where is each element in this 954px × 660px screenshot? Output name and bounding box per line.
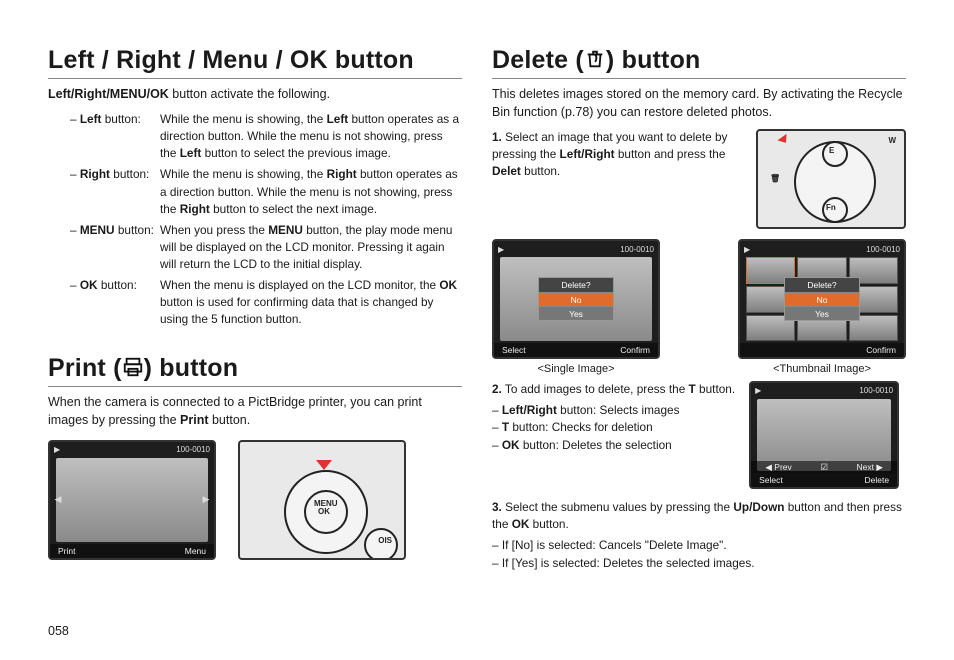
def-ok-button: – OK button: When the menu is displayed …	[70, 277, 462, 328]
def-menu-button: – MENU button: When you press the MENU b…	[70, 222, 462, 273]
lcd-file-number: 100-0010	[866, 245, 900, 254]
dialog-option-no: No	[539, 292, 613, 306]
softkey-select: Select	[502, 345, 526, 355]
camera-dpad-diagram: E Fn W 🗑	[756, 129, 906, 229]
section-title-print: Print ( ) button	[48, 354, 462, 387]
right-column: Delete ( ) button This deletes images st…	[492, 46, 906, 640]
lead-delete: This deletes images stored on the memory…	[492, 85, 906, 121]
lead-lrmok: Left/Right/MENU/OK button activate the f…	[48, 85, 462, 103]
softkey-print: Print	[58, 546, 75, 556]
step-2: 2. To add images to delete, press the T …	[492, 381, 906, 489]
lcd-file-number: 100-0010	[176, 445, 210, 454]
softkey-menu: Menu	[185, 546, 206, 556]
softkey-confirm: Confirm	[866, 345, 896, 355]
nav-prev: ◀ Prev	[765, 461, 791, 473]
step2-lcd: ▶ 100-0010 ◀ Prev ☑ Next ▶ Select	[749, 381, 899, 489]
nav-left-icon: ◀	[52, 493, 64, 507]
lcd-file-number: 100-0010	[859, 385, 893, 397]
delete-dialog: Delete? No Yes	[784, 277, 860, 321]
play-icon: ▶	[744, 245, 750, 254]
print-button-diagram: MENU OK OIS	[238, 440, 406, 560]
printer-icon	[122, 356, 144, 378]
lcd-file-number: 100-0010	[620, 245, 654, 254]
left-column: Left / Right / Menu / OK button Left/Rig…	[48, 46, 462, 640]
delete-dialog: Delete? No Yes	[538, 277, 614, 321]
single-image-figure: ▶ 100-0010 Delete? No Yes Select Confirm…	[492, 239, 660, 375]
trash-icon	[584, 48, 606, 70]
softkey-select: Select	[759, 474, 783, 486]
section-title-delete: Delete ( ) button	[492, 46, 906, 79]
trash-small-icon: 🗑	[770, 173, 780, 185]
section-title-lrmok: Left / Right / Menu / OK button	[48, 46, 462, 79]
step-3: 3. Select the submenu values by pressing…	[492, 499, 906, 571]
dialog-option-yes: Yes	[539, 306, 613, 320]
def-left-button: – Left button: While the menu is showing…	[70, 111, 462, 162]
play-icon: ▶	[498, 245, 504, 254]
thumbnail-image-figure: ▶ 100-0010 Delete? No Yes	[738, 239, 906, 375]
def-right-button: – Right button: While the menu is showin…	[70, 166, 462, 217]
arrow-down-icon	[316, 460, 332, 470]
arrow-down-icon	[777, 134, 790, 146]
caption-single: <Single Image>	[537, 363, 614, 375]
page-number: 058	[48, 624, 69, 638]
nav-right-icon: ▶	[200, 493, 212, 507]
step-1: 1. Select an image that you want to dele…	[492, 129, 906, 229]
play-icon: ▶	[755, 385, 761, 397]
softkey-confirm: Confirm	[620, 345, 650, 355]
caption-thumbnail: <Thumbnail Image>	[773, 363, 871, 375]
softkey-delete: Delete	[865, 474, 890, 486]
play-icon: ▶	[54, 445, 60, 454]
lead-print: When the camera is connected to a PictBr…	[48, 393, 462, 429]
button-definition-list: – Left button: While the menu is showing…	[70, 111, 462, 328]
dialog-option-yes: Yes	[785, 306, 859, 320]
checkbox-icon: ☑	[820, 461, 828, 473]
nav-next: Next ▶	[856, 461, 882, 473]
print-lcd-figure: ▶ 100-0010 ◀ ▶ Print Menu	[48, 440, 216, 560]
dialog-option-no: No	[785, 292, 859, 306]
